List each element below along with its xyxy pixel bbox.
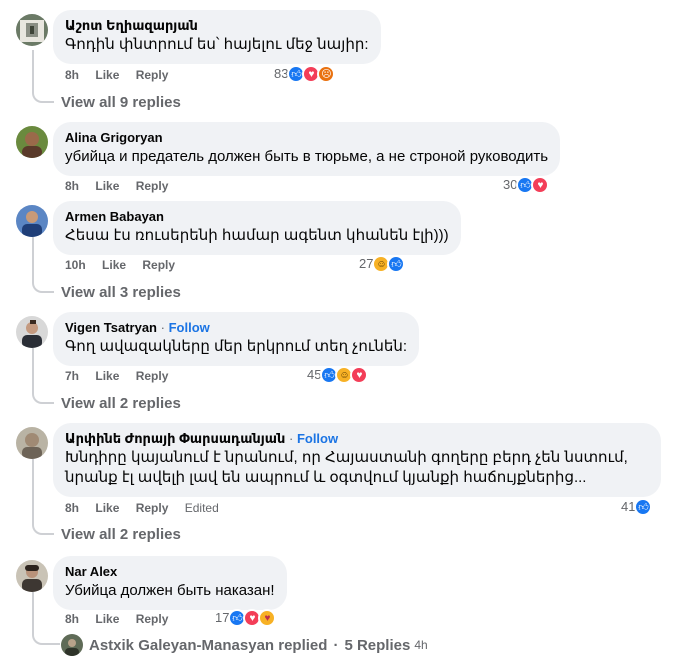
thread-line — [32, 459, 34, 525]
comment-text: Գոդին փնտրում ես՝ հայելու մեջ նայիր: — [65, 36, 369, 53]
comment-time[interactable]: 8h — [65, 612, 79, 626]
comment-actions: 8h Like Reply — [65, 67, 181, 83]
like-icon: 👍︎ — [634, 498, 653, 516]
thread-elbow — [32, 633, 60, 645]
like-button[interactable]: Like — [95, 179, 119, 193]
like-button[interactable]: Like — [95, 612, 119, 626]
comment-author[interactable]: Nar Alex — [65, 564, 275, 580]
like-button[interactable]: Like — [95, 68, 119, 82]
reply-summary[interactable]: Astxik Galeyan-Manasyan replied · 5 Repl… — [61, 633, 428, 657]
reaction-count: 17 — [215, 610, 230, 625]
like-icon: 👍︎ — [387, 255, 406, 273]
reply-summary-age: 4h — [414, 638, 428, 652]
reply-avatar — [61, 634, 83, 656]
view-replies-link[interactable]: View all 9 replies — [61, 93, 181, 113]
reaction-summary[interactable]: 30 👍︎ ♥ — [503, 176, 550, 194]
view-replies-link[interactable]: View all 3 replies — [61, 283, 181, 303]
reaction-count: 45 — [307, 367, 322, 382]
like-button[interactable]: Like — [95, 369, 119, 383]
view-replies-link[interactable]: View all 2 replies — [61, 525, 181, 545]
love-icon: ♥ — [531, 176, 550, 194]
reaction-summary[interactable]: 41 👍︎ — [621, 498, 653, 516]
edited-label[interactable]: Edited — [185, 501, 219, 515]
comment-text: Գող ավազակները մեր երկրում տեղ չունեն: — [65, 338, 408, 355]
comment-actions: 7h Like Reply — [65, 368, 181, 384]
reply-button[interactable]: Reply — [136, 68, 169, 82]
avatar[interactable] — [16, 14, 48, 46]
comment-bubble: Vigen Tsatryan · Follow Գող ավազակները մ… — [53, 312, 420, 366]
reaction-count: 83 — [274, 66, 289, 81]
reaction-summary[interactable]: 17 👍︎ ♥ ♥ — [215, 609, 277, 627]
comment-text: Խնդիրը կայանում է նրանում, որ Հայաստանի … — [65, 449, 628, 486]
like-button[interactable]: Like — [102, 258, 126, 272]
reply-summary-count[interactable]: 5 Replies — [344, 637, 410, 654]
thread-elbow — [32, 523, 54, 535]
avatar[interactable] — [16, 316, 48, 348]
love-icon: ♥ — [350, 366, 369, 384]
separator: · — [288, 431, 294, 446]
avatar[interactable] — [16, 560, 48, 592]
comment-bubble: Armen Babayan Հեսա էս ռուսերենի համար ագ… — [53, 201, 461, 255]
avatar[interactable] — [16, 126, 48, 158]
reply-button[interactable]: Reply — [136, 612, 169, 626]
thread-elbow — [32, 392, 54, 404]
comment-actions: 10h Like Reply — [65, 257, 188, 273]
view-replies-link[interactable]: View all 2 replies — [61, 394, 181, 414]
comment-time[interactable]: 7h — [65, 369, 79, 383]
reaction-count: 30 — [503, 177, 518, 192]
comment-bubble: Alina Grigoryan убийца и предатель долже… — [53, 122, 561, 176]
comment-author: Vigen Tsatryan · Follow — [65, 320, 407, 336]
reply-button[interactable]: Reply — [136, 501, 169, 515]
reaction-count: 27 — [359, 256, 374, 271]
reaction-count: 41 — [621, 499, 636, 514]
comment-author[interactable]: Alina Grigoryan — [65, 130, 548, 146]
comment-author[interactable]: Աշոտ Եղիազարյան — [65, 18, 369, 34]
comment-bubble: Արփինե Ժորայի Փարսադանյան · Follow Խնդիր… — [53, 423, 661, 497]
reaction-summary[interactable]: 83 👍︎ ♥ ☹ — [274, 65, 336, 83]
reaction-summary[interactable]: 45 👍︎ ☺ ♥ — [307, 366, 369, 384]
thread-line — [32, 50, 34, 93]
thread-line — [32, 592, 34, 635]
comment-author[interactable]: Armen Babayan — [65, 209, 449, 225]
thread-elbow — [32, 281, 54, 293]
reply-button[interactable]: Reply — [136, 369, 169, 383]
care-icon: ♥ — [258, 609, 277, 627]
separator: · — [333, 636, 339, 654]
comment-actions: 8h Like Reply — [65, 611, 181, 627]
like-button[interactable]: Like — [95, 501, 119, 515]
angry-icon: ☹ — [317, 65, 336, 83]
comment-author-name[interactable]: Vigen Tsatryan — [65, 320, 157, 335]
separator: · — [160, 320, 165, 335]
comment-text: убийца и предатель должен быть в тюрьме,… — [65, 148, 549, 165]
reply-summary-author[interactable]: Astxik Galeyan-Manasyan replied — [89, 637, 327, 654]
comment-author: Արփինե Ժորայի Փարսադանյան · Follow — [65, 431, 649, 447]
comment-time[interactable]: 10h — [65, 258, 86, 272]
avatar[interactable] — [16, 205, 48, 237]
comment-time[interactable]: 8h — [65, 68, 79, 82]
comment-time[interactable]: 8h — [65, 501, 79, 515]
comment-actions: 8h Like Reply — [65, 178, 181, 194]
comment-actions: 8h Like Reply Edited — [65, 500, 232, 516]
comment-text: Убийца должен быть наказан! — [65, 582, 275, 599]
comment-bubble: Աշոտ Եղիազարյան Գոդին փնտրում ես՝ հայելո… — [53, 10, 381, 64]
reply-button[interactable]: Reply — [136, 179, 169, 193]
reply-button[interactable]: Reply — [142, 258, 175, 272]
follow-button[interactable]: Follow — [297, 431, 338, 446]
follow-button[interactable]: Follow — [169, 320, 210, 335]
thread-line — [32, 237, 34, 283]
thread-line — [32, 348, 34, 394]
comment-author-name[interactable]: Արփինե Ժորայի Փարսադանյան — [65, 431, 285, 446]
thread-elbow — [32, 91, 54, 103]
avatar[interactable] — [16, 427, 48, 459]
comment-time[interactable]: 8h — [65, 179, 79, 193]
reaction-summary[interactable]: 27 ☺ 👍︎ — [359, 255, 406, 273]
comment-bubble: Nar Alex Убийца должен быть наказан! — [53, 556, 287, 610]
comment-text: Հեսա էս ռուսերենի համար ագենտ կհանեն էլի… — [65, 227, 449, 244]
